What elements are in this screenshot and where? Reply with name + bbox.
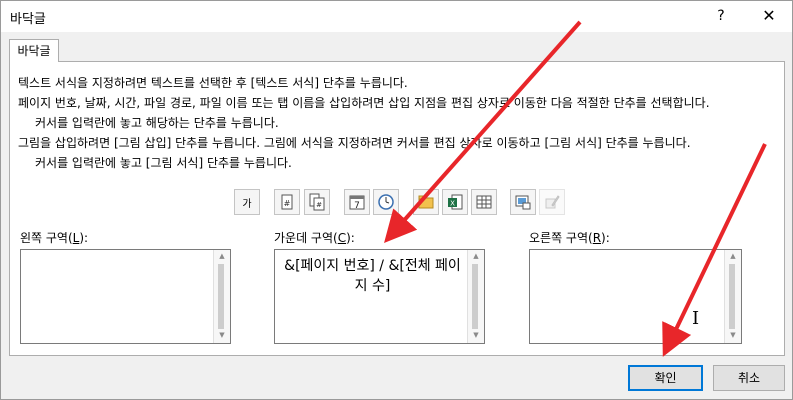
insert-file-name-icon: X [448,194,463,210]
insert-date-icon: 7 [349,195,365,211]
left-section-label-suffix: ): [79,231,89,245]
scroll-up-icon[interactable]: ▲ [471,252,481,262]
scroll-thumb[interactable] [218,264,224,329]
center-section-accesskey: C [337,231,347,245]
insert-time-icon [378,194,394,210]
scroll-down-icon[interactable]: ▼ [471,331,481,341]
insert-time-button[interactable] [373,189,399,215]
instruction-line: 그림을 삽입하려면 [그림 삽입] 단추를 누릅니다. 그림에 서식을 지정하려… [18,136,691,150]
center-section-label-suffix: ): [346,231,355,245]
center-section-input[interactable]: &[페이지 번호] / &[전체 페이지 수] ▲ ▼ [274,249,485,344]
format-picture-button[interactable] [539,189,565,215]
center-section-scrollbar[interactable]: ▲ ▼ [467,250,484,343]
right-section-label: 오른쪽 구역(R): [529,229,610,246]
insert-file-name-button[interactable]: X [442,189,468,215]
dialog-title: 바닥글 [10,12,46,27]
title-bar: 바닥글 ? ✕ [1,1,792,32]
footer-dialog: 바닥글 ? ✕ 바닥글 텍스트 서식을 지정하려면 텍스트를 선택한 후 [텍스… [0,0,793,400]
left-section-input[interactable]: ▲ ▼ [20,249,231,344]
insert-sheet-name-button[interactable] [471,189,497,215]
center-section-label-text: 가운데 구역( [274,231,338,245]
left-section-label: 왼쪽 구역(L): [20,229,88,246]
left-section-scrollbar[interactable]: ▲ ▼ [213,250,230,343]
scroll-up-icon[interactable]: ▲ [217,252,227,262]
format-picture-icon [545,195,560,209]
insert-sheet-name-icon [476,195,492,209]
footer-panel: 텍스트 서식을 지정하려면 텍스트를 선택한 후 [텍스트 서식] 단추를 누릅… [9,61,785,356]
insert-file-path-icon [418,195,434,209]
center-section-label: 가운데 구역(C): [274,229,355,246]
insert-file-path-button[interactable] [413,189,439,215]
scroll-thumb[interactable] [472,264,478,329]
center-section-content: &[페이지 번호] / &[전체 페이지 수] [284,258,461,294]
instruction-line: 커서를 입력란에 놓고 해당하는 단추를 누릅니다. [35,116,279,130]
format-text-icon: 가 [242,198,252,210]
right-section-input[interactable]: ▲ ▼ [529,249,742,344]
insert-date-button[interactable]: 7 [344,189,370,215]
text-cursor-icon: I [692,308,700,329]
svg-text:7: 7 [354,201,360,211]
insert-number-of-pages-button[interactable]: # [304,189,330,215]
svg-text:#: # [316,201,322,209]
format-text-button[interactable]: 가 [234,189,260,215]
ok-button[interactable]: 확인 [628,365,703,391]
instruction-line: 텍스트 서식을 지정하려면 텍스트를 선택한 후 [텍스트 서식] 단추를 누릅… [18,76,408,90]
right-section-scrollbar[interactable]: ▲ ▼ [724,250,741,343]
instruction-line: 커서를 입력란에 놓고 [그림 서식] 단추를 누릅니다. [35,156,292,170]
insert-number-of-pages-icon: # [309,193,325,211]
scroll-down-icon[interactable]: ▼ [728,331,738,341]
instruction-line: 페이지 번호, 날짜, 시간, 파일 경로, 파일 이름 또는 탭 이름을 삽입… [18,96,710,110]
cancel-button[interactable]: 취소 [713,365,785,391]
right-section-accesskey: R [592,231,602,245]
scroll-up-icon[interactable]: ▲ [728,252,738,262]
insert-picture-button[interactable] [510,189,536,215]
instructions: 텍스트 서식을 지정하려면 텍스트를 선택한 후 [텍스트 서식] 단추를 누릅… [18,73,710,173]
help-button[interactable]: ? [707,4,735,28]
tab-footer[interactable]: 바닥글 [9,39,59,62]
close-button[interactable]: ✕ [753,4,785,28]
left-section-label-text: 왼쪽 구역( [20,231,73,245]
svg-text:X: X [450,200,455,208]
insert-picture-icon [515,195,531,210]
scroll-down-icon[interactable]: ▼ [217,331,227,341]
right-section-label-text: 오른쪽 구역( [529,231,593,245]
insert-page-number-icon: # [281,194,293,210]
scroll-thumb[interactable] [729,264,735,329]
right-section-label-suffix: ): [601,231,610,245]
insert-page-number-button[interactable]: # [274,189,300,215]
svg-text:#: # [284,199,291,208]
